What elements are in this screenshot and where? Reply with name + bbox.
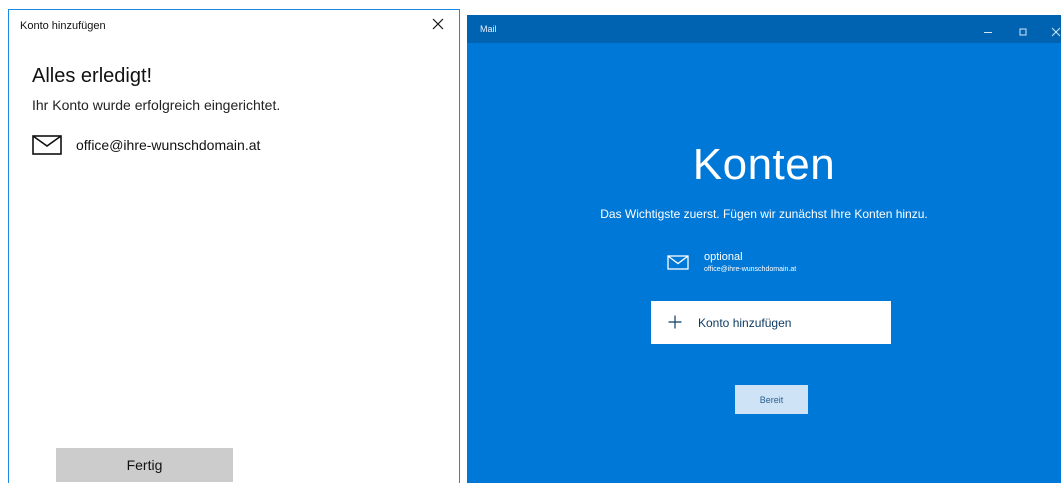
done-button[interactable]: Fertig bbox=[56, 448, 233, 482]
ready-button[interactable]: Bereit bbox=[735, 385, 808, 414]
accounts-heading: Konten bbox=[692, 140, 836, 189]
mail-app-window: Mail Konten Das Wichtigste zuerst. Fügen… bbox=[467, 15, 1061, 483]
success-message: Ihr Konto wurde erfolgreich eingerichtet… bbox=[32, 97, 281, 113]
title-bar: Mail bbox=[467, 15, 1061, 43]
dialog-title: Konto hinzufügen bbox=[20, 20, 106, 32]
add-account-button[interactable]: Konto hinzufügen bbox=[651, 301, 891, 344]
success-heading: Alles erledigt! bbox=[32, 65, 153, 87]
app-title: Mail bbox=[480, 24, 497, 34]
account-name: optional bbox=[704, 251, 743, 263]
account-entry[interactable]: optional office@ihre-wunschdomain.at bbox=[667, 250, 887, 286]
mail-icon bbox=[32, 135, 62, 155]
account-email: office@ihre-wunschdomain.at bbox=[76, 137, 261, 153]
plus-icon bbox=[668, 315, 682, 329]
minimize-icon[interactable] bbox=[983, 24, 993, 34]
close-icon[interactable] bbox=[430, 16, 446, 32]
account-email: office@ihre-wunschdomain.at bbox=[704, 266, 797, 273]
add-account-dialog: Konto hinzufügen Alles erledigt! Ihr Kon… bbox=[8, 9, 460, 483]
mail-icon bbox=[667, 255, 689, 270]
add-account-label: Konto hinzufügen bbox=[698, 316, 792, 330]
close-icon[interactable] bbox=[1051, 24, 1061, 37]
maximize-icon[interactable] bbox=[1018, 24, 1028, 36]
accounts-subtitle: Das Wichtigste zuerst. Fügen wir zunächs… bbox=[600, 207, 928, 221]
